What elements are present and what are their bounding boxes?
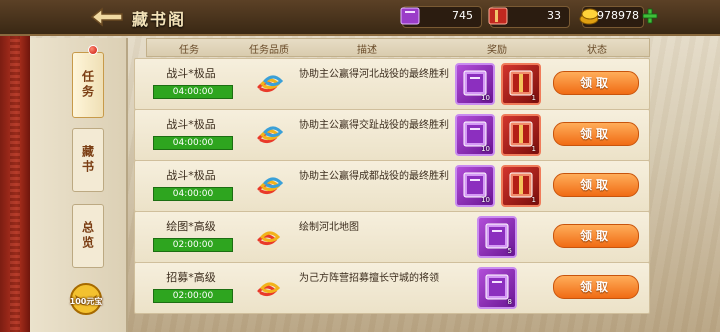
quality-swirl-icon (257, 177, 284, 195)
books-value: 745 (452, 9, 473, 22)
column-description: 描述 (357, 45, 377, 56)
task-timer: 04:00:00 (153, 187, 233, 201)
yuanbao-reward-button[interactable]: 100元宝 (66, 282, 106, 316)
reward-item[interactable]: 8 (477, 267, 517, 309)
purple-book-icon (400, 7, 420, 25)
claim-button[interactable]: 领取 (553, 275, 639, 299)
scrolls-value: 33 (547, 9, 561, 22)
reward-count: 10 (481, 145, 490, 153)
task-row: 招募*高级 02:00:00 为己方阵营招募擅长守城的将领 8 领取 (134, 262, 650, 314)
red-scroll-icon (488, 7, 508, 25)
task-timer: 02:00:00 (153, 238, 233, 252)
reward-item[interactable]: 10 (455, 165, 495, 207)
task-row: 战斗*极品 04:00:00 协助主公赢得交趾战役的最终胜利 10 1 领取 (134, 109, 650, 161)
column-reward: 奖励 (487, 45, 507, 56)
tab-overview[interactable]: 总览 (72, 204, 104, 268)
claim-button[interactable]: 领取 (553, 122, 639, 146)
quality-swirl-icon (257, 126, 284, 144)
add-gold-icon[interactable] (642, 8, 658, 24)
task-timer: 02:00:00 (153, 289, 233, 303)
reward-item[interactable]: 10 (455, 114, 495, 156)
reward-count: 5 (507, 247, 512, 255)
tab-collection-label: 藏书 (80, 145, 95, 175)
notification-dot (88, 45, 98, 55)
quality-swirl-icon (257, 282, 281, 297)
task-row: 战斗*极品 04:00:00 协助主公赢得河北战役的最终胜利 10 1 领取 (134, 58, 650, 110)
reward-count: 10 (481, 196, 490, 204)
top-bar: 藏书阁 745 33 978978 (0, 0, 720, 36)
scrolls-counter: 33 (488, 6, 570, 28)
back-arrow-icon[interactable] (90, 6, 124, 28)
table-header: 任务 任务品质 描述 奖励 状态 (146, 38, 650, 57)
quality-swirl-icon (257, 75, 284, 93)
page-title: 藏书阁 (132, 10, 187, 29)
task-description: 协助主公赢得交趾战役的最终胜利 (299, 120, 449, 131)
tab-collection[interactable]: 藏书 (72, 128, 104, 192)
yuanbao-label: 100元宝 (69, 297, 103, 306)
reward-count: 1 (531, 145, 536, 153)
reward-item[interactable]: 10 (455, 63, 495, 105)
tab-tasks-label: 任务 (80, 70, 95, 100)
claim-button[interactable]: 领取 (553, 224, 639, 248)
claim-button[interactable]: 领取 (553, 173, 639, 197)
task-row: 战斗*极品 04:00:00 协助主公赢得成都战役的最终胜利 10 1 领取 (134, 160, 650, 212)
task-name: 战斗*极品 (166, 169, 216, 182)
gold-counter: 978978 (579, 6, 644, 28)
tab-tasks[interactable]: 任务 (72, 52, 104, 118)
task-timer: 04:00:00 (153, 136, 233, 150)
task-description: 绘制河北地图 (299, 222, 359, 233)
column-status: 状态 (587, 45, 607, 56)
reward-count: 1 (531, 94, 536, 102)
task-row: 绘图*高级 02:00:00 绘制河北地图 5 领取 (134, 211, 650, 263)
quality-swirl-icon (257, 231, 281, 246)
task-description: 协助主公赢得河北战役的最终胜利 (299, 69, 449, 80)
task-name: 战斗*极品 (166, 118, 216, 131)
gold-value: 978978 (597, 9, 639, 22)
tab-overview-label: 总览 (80, 221, 95, 251)
task-name: 绘图*高级 (166, 220, 216, 233)
reward-count: 8 (507, 298, 512, 306)
reward-count: 10 (481, 94, 490, 102)
reward-item[interactable]: 1 (501, 114, 541, 156)
reward-item[interactable]: 5 (477, 216, 517, 258)
task-name: 招募*高级 (166, 271, 216, 284)
column-task: 任务 (179, 45, 199, 56)
left-wood-frame (0, 0, 30, 332)
claim-button[interactable]: 领取 (553, 71, 639, 95)
column-quality: 任务品质 (249, 45, 289, 56)
reward-count: 1 (531, 196, 536, 204)
reward-item[interactable]: 1 (501, 165, 541, 207)
task-description: 为己方阵营招募擅长守城的将领 (299, 273, 439, 284)
task-description: 协助主公赢得成都战役的最终胜利 (299, 171, 449, 182)
books-counter: 745 (400, 6, 482, 28)
reward-item[interactable]: 1 (501, 63, 541, 105)
task-name: 战斗*极品 (166, 67, 216, 80)
task-timer: 04:00:00 (153, 85, 233, 99)
